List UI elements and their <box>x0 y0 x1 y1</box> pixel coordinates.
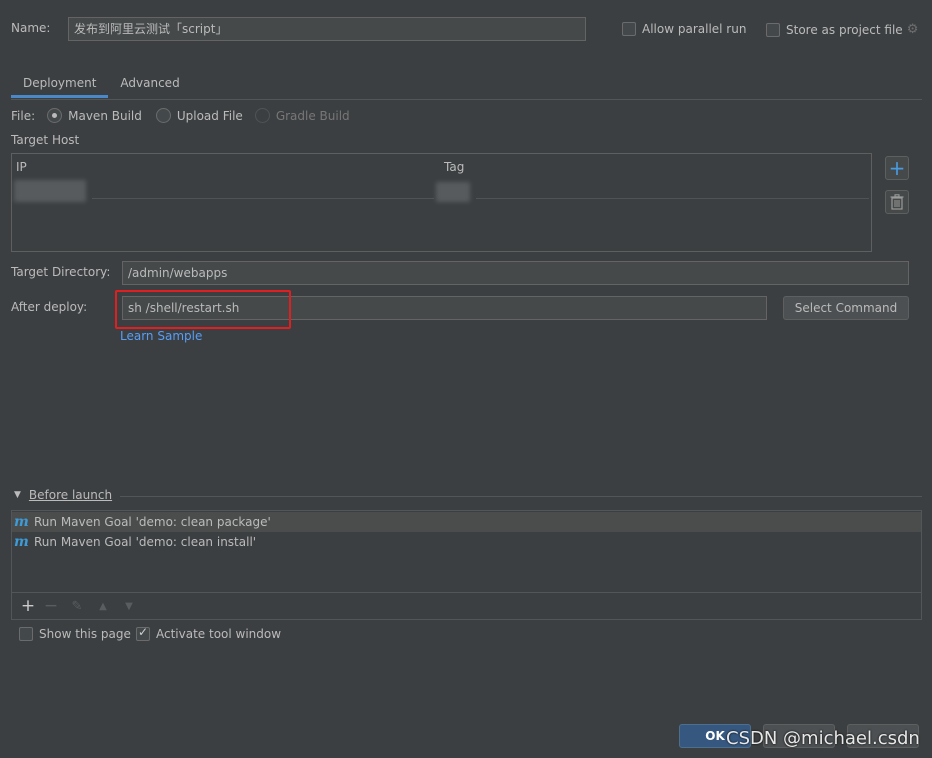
list-item-label: Run Maven Goal 'demo: clean package' <box>34 515 271 529</box>
show-page-box[interactable] <box>19 627 33 641</box>
select-command-button[interactable]: Select Command <box>783 296 909 320</box>
list-item-label: Run Maven Goal 'demo: clean install' <box>34 535 257 549</box>
edit-icon[interactable]: ✎ <box>64 599 90 614</box>
maven-icon: m <box>14 514 29 530</box>
allow-parallel-checkbox[interactable]: Allow parallel run <box>622 22 746 36</box>
ip-column-header: IP <box>16 160 27 174</box>
list-toolbar: + − ✎ ▲ ▼ <box>18 595 142 617</box>
before-launch-list[interactable]: m Run Maven Goal 'demo: clean package' m… <box>11 510 922 620</box>
tab-bar: Deployment Advanced <box>11 68 192 98</box>
target-host-table[interactable]: IP Tag <box>11 153 872 252</box>
blurred-tag-cell[interactable] <box>436 182 470 202</box>
store-project-box[interactable] <box>766 22 780 37</box>
target-host-label: Target Host <box>11 133 80 147</box>
activate-tool-window-checkbox[interactable]: ✓ Activate tool window <box>136 625 282 641</box>
blurred-ip-cell[interactable] <box>14 180 86 202</box>
name-label: Name: <box>11 21 51 35</box>
add-icon[interactable]: + <box>18 596 38 616</box>
activate-tool-window-label: Activate tool window <box>156 627 282 641</box>
name-input[interactable]: 发布到阿里云测试「script」 <box>68 17 586 41</box>
target-directory-input[interactable]: /admin/webapps <box>122 261 909 285</box>
file-label: File: <box>11 108 36 123</box>
learn-sample-link[interactable]: Learn Sample <box>120 329 202 343</box>
target-directory-label: Target Directory: <box>11 265 111 279</box>
check-icon: ✓ <box>138 625 149 639</box>
show-page-checkbox[interactable]: Show this page <box>19 627 131 641</box>
radio-upload-file[interactable] <box>155 108 171 123</box>
store-project-label: Store as project file <box>786 22 903 37</box>
show-page-label: Show this page <box>39 627 131 641</box>
gear-icon[interactable]: ⚙ <box>907 22 919 37</box>
toolbar-divider <box>12 592 921 593</box>
allow-parallel-label: Allow parallel run <box>642 22 747 36</box>
radio-maven-build[interactable] <box>47 108 63 123</box>
maven-build-label: Maven Build <box>68 108 142 123</box>
radio-gradle-build[interactable] <box>254 108 270 123</box>
tab-deployment[interactable]: Deployment <box>11 68 109 98</box>
add-host-button[interactable]: + <box>885 156 909 180</box>
list-item[interactable]: m Run Maven Goal 'demo: clean install' <box>12 532 921 552</box>
before-launch-header[interactable]: ▼ Before launch <box>14 488 112 502</box>
allow-parallel-box[interactable] <box>622 22 636 36</box>
table-divider <box>92 198 434 199</box>
maven-icon: m <box>14 534 29 550</box>
after-deploy-label: After deploy: <box>11 300 88 314</box>
table-divider <box>476 198 869 199</box>
trash-icon <box>890 194 904 210</box>
before-launch-label: Before launch <box>28 488 113 502</box>
before-launch-divider <box>120 496 922 497</box>
tab-divider <box>11 99 922 100</box>
highlight-box <box>115 290 291 329</box>
tag-column-header: Tag <box>444 160 465 174</box>
collapse-arrow-icon[interactable]: ▼ <box>14 490 21 500</box>
watermark-text: CSDN @michael.csdn <box>726 728 920 749</box>
remove-icon[interactable]: − <box>38 596 64 616</box>
plus-icon: + <box>888 156 906 180</box>
upload-file-label: Upload File <box>176 108 243 123</box>
remove-host-button[interactable] <box>885 190 909 214</box>
move-up-icon[interactable]: ▲ <box>90 601 116 612</box>
activate-tool-window-box[interactable]: ✓ <box>136 625 150 641</box>
gradle-build-label: Gradle Build <box>275 108 350 123</box>
store-project-checkbox[interactable]: Store as project file ⚙ <box>766 22 918 37</box>
list-item[interactable]: m Run Maven Goal 'demo: clean package' <box>12 512 921 532</box>
file-row: File: Maven Build Upload File Gradle Bui… <box>11 108 350 123</box>
move-down-icon[interactable]: ▼ <box>116 601 142 612</box>
tab-advanced[interactable]: Advanced <box>108 68 191 98</box>
